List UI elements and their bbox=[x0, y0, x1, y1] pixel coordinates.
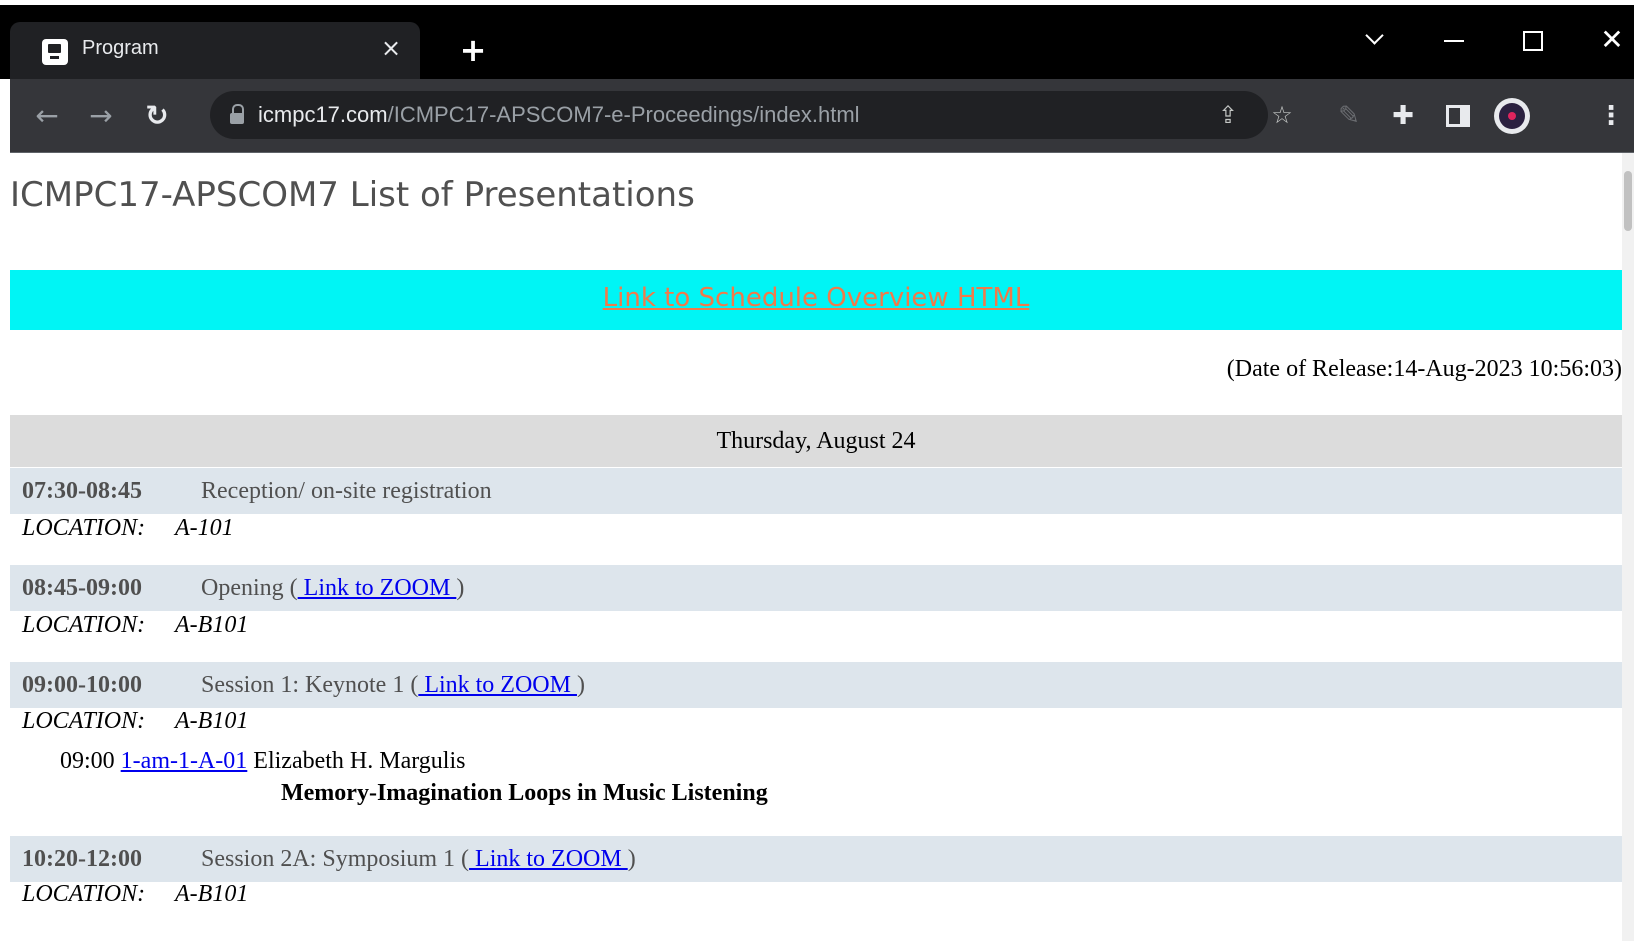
location-value: A-B101 bbox=[175, 708, 249, 734]
presentation-time: 09:00 bbox=[60, 748, 115, 774]
maximize-button[interactable] bbox=[1512, 21, 1552, 61]
session-header: 10:20-12:00 Session 2A: Symposium 1 ( Li… bbox=[10, 836, 1622, 882]
page-favicon-icon bbox=[42, 39, 68, 65]
forward-arrow-icon[interactable]: → bbox=[82, 97, 120, 135]
presentation-author: Elizabeth H. Margulis bbox=[253, 748, 466, 774]
tab-program[interactable]: Program × bbox=[10, 22, 420, 79]
tab-search-chevron-icon[interactable] bbox=[1355, 21, 1395, 61]
url-host: icmpc17.com bbox=[258, 102, 388, 127]
session-title: Opening ( Link to ZOOM ) bbox=[201, 565, 464, 611]
location-value: A-B101 bbox=[175, 881, 249, 907]
back-arrow-icon[interactable]: ← bbox=[28, 97, 66, 135]
share-icon[interactable]: ⇪ bbox=[1212, 99, 1244, 131]
session-location: LOCATION: A-B101 bbox=[22, 881, 248, 908]
page-content: ICMPC17-APSCOM7 List of Presentations Li… bbox=[10, 153, 1622, 941]
new-tab-button[interactable]: + bbox=[456, 33, 490, 67]
schedule-banner: Link to Schedule Overview HTML bbox=[10, 270, 1622, 330]
puzzle-icon[interactable]: ✚ bbox=[1384, 97, 1422, 135]
session-title-close: ) bbox=[627, 846, 636, 872]
location-label: LOCATION: bbox=[22, 881, 146, 907]
session-title-text: Opening ( bbox=[201, 575, 298, 601]
session-title-text: Session 1: Keynote 1 ( bbox=[201, 672, 419, 698]
zoom-link[interactable]: Link to ZOOM bbox=[298, 575, 457, 601]
window-close-button[interactable]: ✕ bbox=[1592, 21, 1632, 61]
session-time: 10:20-12:00 bbox=[22, 846, 142, 872]
scrollbar-thumb[interactable] bbox=[1624, 171, 1632, 231]
location-label: LOCATION: bbox=[22, 708, 146, 734]
session-title: Session 2A: Symposium 1 ( Link to ZOOM ) bbox=[201, 836, 636, 882]
session-time: 08:45-09:00 bbox=[22, 575, 142, 601]
page-title: ICMPC17-APSCOM7 List of Presentations bbox=[10, 175, 695, 215]
tab-title: Program bbox=[82, 37, 159, 59]
kebab-menu-icon[interactable]: ⋮ bbox=[1592, 97, 1630, 135]
zoom-link[interactable]: Link to ZOOM bbox=[418, 672, 577, 698]
presentation-item: 09:00 1-am-1-A-01 Elizabeth H. Margulis bbox=[60, 748, 465, 775]
session-title: Reception/ on-site registration bbox=[201, 478, 492, 504]
session-header: 09:00-10:00 Session 1: Keynote 1 ( Link … bbox=[10, 662, 1622, 708]
url-path: /ICMPC17-APSCOM7-e-Proceedings/index.htm… bbox=[387, 102, 860, 127]
lock-icon[interactable] bbox=[230, 104, 244, 124]
session-location: LOCATION: A-B101 bbox=[22, 612, 248, 639]
session-time: 09:00-10:00 bbox=[22, 672, 142, 698]
session-title: Session 1: Keynote 1 ( Link to ZOOM ) bbox=[201, 662, 585, 708]
day-header: Thursday, August 24 bbox=[10, 415, 1622, 467]
reload-icon[interactable]: ↻ bbox=[138, 97, 176, 135]
browser-toolbar: ← → ↻ icmpc17.com/ICMPC17-APSCOM7-e-Proc… bbox=[10, 79, 1634, 152]
url-text[interactable]: icmpc17.com/ICMPC17-APSCOM7-e-Proceeding… bbox=[258, 102, 860, 128]
star-icon[interactable]: ☆ bbox=[1266, 99, 1298, 131]
release-date: (Date of Release:14-Aug-2023 10:56:03) bbox=[1226, 356, 1622, 382]
session-title-close: ) bbox=[576, 672, 585, 698]
session-location: LOCATION: A-B101 bbox=[22, 708, 248, 735]
address-bar[interactable]: icmpc17.com/ICMPC17-APSCOM7-e-Proceeding… bbox=[210, 91, 1293, 139]
session-title-close: ) bbox=[456, 575, 465, 601]
side-panel-icon[interactable] bbox=[1438, 97, 1476, 135]
minimize-button[interactable] bbox=[1434, 21, 1474, 61]
profile-avatar-icon[interactable] bbox=[1494, 98, 1530, 134]
location-label: LOCATION: bbox=[22, 612, 146, 638]
tab-close-icon[interactable]: × bbox=[376, 33, 406, 63]
session-header: 07:30-08:45 Reception/ on-site registrat… bbox=[10, 468, 1622, 514]
location-value: A-B101 bbox=[175, 612, 249, 638]
presentation-id-link[interactable]: 1-am-1-A-01 bbox=[121, 748, 248, 774]
schedule-overview-link[interactable]: Link to Schedule Overview HTML bbox=[603, 283, 1030, 313]
location-value: A-101 bbox=[175, 515, 234, 541]
page-scrollbar[interactable] bbox=[1622, 153, 1634, 941]
session-title-text: Session 2A: Symposium 1 ( bbox=[201, 846, 470, 872]
extension-icon[interactable]: ✎ bbox=[1330, 97, 1368, 135]
session-time: 07:30-08:45 bbox=[22, 478, 142, 504]
tab-bar: Program × + ✕ bbox=[0, 5, 1634, 79]
zoom-link[interactable]: Link to ZOOM bbox=[469, 846, 628, 872]
presentation-title: Memory-Imagination Loops in Music Listen… bbox=[281, 780, 768, 806]
session-location: LOCATION: A-101 bbox=[22, 515, 234, 542]
session-header: 08:45-09:00 Opening ( Link to ZOOM ) bbox=[10, 565, 1622, 611]
window-left-edge bbox=[0, 153, 10, 941]
location-label: LOCATION: bbox=[22, 515, 146, 541]
